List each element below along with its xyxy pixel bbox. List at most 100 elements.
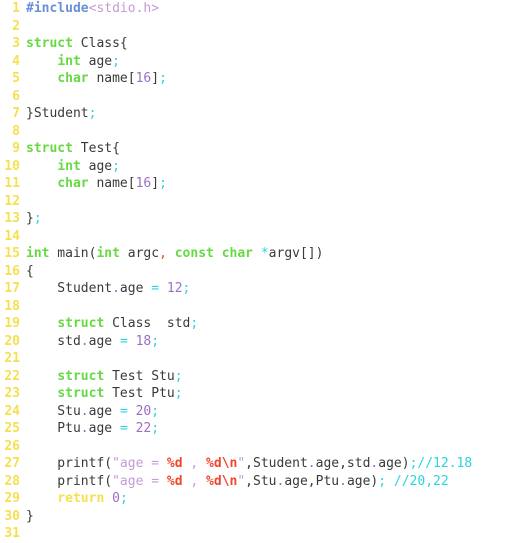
line-number: 9 [12,141,20,156]
code-line[interactable]: 17 Student.age = 12; [0,280,505,298]
code-token: %d [166,473,183,489]
code-token: age) [346,473,379,489]
code-token: struct [26,36,73,51]
code-line[interactable]: 16 { [0,263,505,281]
code-line[interactable]: 7}Student; [0,105,505,123]
code-token: . [339,473,347,489]
code-line[interactable]: 29 return 0; [0,490,505,508]
code-token: ; [190,316,199,331]
code-token: printf( [26,473,113,489]
line-number: 14 [4,228,20,244]
code-line[interactable]: 11 char name[16]; [0,175,505,193]
line-number: 11 [4,176,20,191]
code-token: argv[]) [268,246,324,261]
code-token: ,Stu [245,473,277,489]
code-line[interactable]: 10 int age; [0,158,505,176]
code-token: ; [112,158,120,174]
code-line-text: std.age = 18; [20,333,159,351]
code-line[interactable]: 20 std.age = 18; [0,333,505,351]
code-line[interactable]: 27 printf("age = %d , %d\n",Student.age,… [0,455,505,473]
code-token: Ptu [26,421,81,436]
code-line[interactable]: 12 [0,193,505,211]
code-line[interactable]: 18 [0,298,505,316]
code-token: . [80,403,89,419]
code-line-text: }Student; [20,105,96,123]
code-line[interactable]: 8 [0,123,505,141]
code-token: . [307,456,316,471]
code-line[interactable]: 5 char name[16]; [0,70,505,88]
code-token: "age = [112,473,167,489]
code-line-text: struct Test{ [20,140,120,158]
line-number: 17 [4,281,20,296]
code-line[interactable]: 31 [0,525,505,543]
code-token: int [26,246,50,261]
code-line-text: struct Class{ [20,35,128,53]
code-line[interactable]: 23 struct Test Ptu; [0,385,505,403]
code-token: }Student [26,106,89,121]
code-token: printf( [26,456,113,471]
code-token: //20,22 [393,473,449,489]
code-token: age) [378,456,410,471]
code-line[interactable]: 21 [0,350,505,368]
line-number: 2 [12,18,20,34]
code-token: \n [221,456,238,471]
code-token: ; [151,403,160,419]
line-number: 25 [4,421,20,436]
code-token: age [119,281,152,296]
code-content-area[interactable]: 1 #include<stdio.h> 2 3 struct Class{4 int a… [0,0,505,543]
code-line[interactable]: 25 Ptu.age = 22; [0,420,505,438]
code-line[interactable]: 2 [0,18,505,36]
code-token: " [237,456,246,471]
code-line[interactable]: 26 [0,438,505,456]
code-token: Class{ [72,36,128,51]
code-token: ; [112,53,120,69]
code-line[interactable]: 30} [0,508,505,526]
code-line[interactable]: 1 #include<stdio.h> [0,0,505,18]
line-number: 19 [4,316,20,331]
line-number: 12 [4,193,20,209]
code-token: char [221,246,254,261]
code-token: } [26,211,34,226]
line-number: 31 [4,526,20,541]
code-token: 16 [135,71,152,86]
code-line-text: printf("age = %d , %d\n",Student.age,std… [20,455,472,473]
code-line[interactable]: 22 struct Test Stu; [0,368,505,386]
code-line-text: { [20,263,34,281]
code-line[interactable]: 4 int age; [0,53,505,71]
code-token: 0 [112,491,120,506]
line-number: 3 [12,36,20,51]
code-token: Test Ptu [104,386,175,401]
code-line[interactable]: 15 int main(int argc, const char *argv[]) [0,245,505,263]
code-line[interactable]: 9 struct Test{ [0,140,505,158]
code-line[interactable]: 13}; [0,210,505,228]
code-line-text: struct Test Stu; [20,368,182,386]
code-token: ] [151,71,160,86]
code-line[interactable]: 24 Stu.age = 20; [0,403,505,421]
code-line[interactable]: 28 printf("age = %d , %d\n",Stu.age,Ptu.… [0,473,505,491]
line-number: 15 [4,246,20,261]
line-number: 10 [4,158,20,174]
code-token: ; [159,176,167,191]
code-line-text: int age; [20,53,120,71]
code-line[interactable]: 14 [0,228,505,246]
code-token: ; [159,71,167,86]
line-number: 4 [12,53,20,69]
line-number: 26 [4,438,20,454]
code-token: = [119,403,128,419]
line-number: 29 [4,491,20,506]
code-editor[interactable]: 1 #include<stdio.h> 2 3 struct Class{4 int a… [0,0,505,541]
code-line[interactable]: 6 [0,88,505,106]
code-line-text: } [20,508,34,526]
code-line[interactable]: 3 struct Class{ [0,35,505,53]
code-token: 18 [135,333,152,349]
code-token: //12.18 [417,456,473,471]
code-token: struct [57,368,105,384]
line-number: 20 [4,333,20,349]
code-line[interactable]: 19 struct Class std; [0,315,505,333]
